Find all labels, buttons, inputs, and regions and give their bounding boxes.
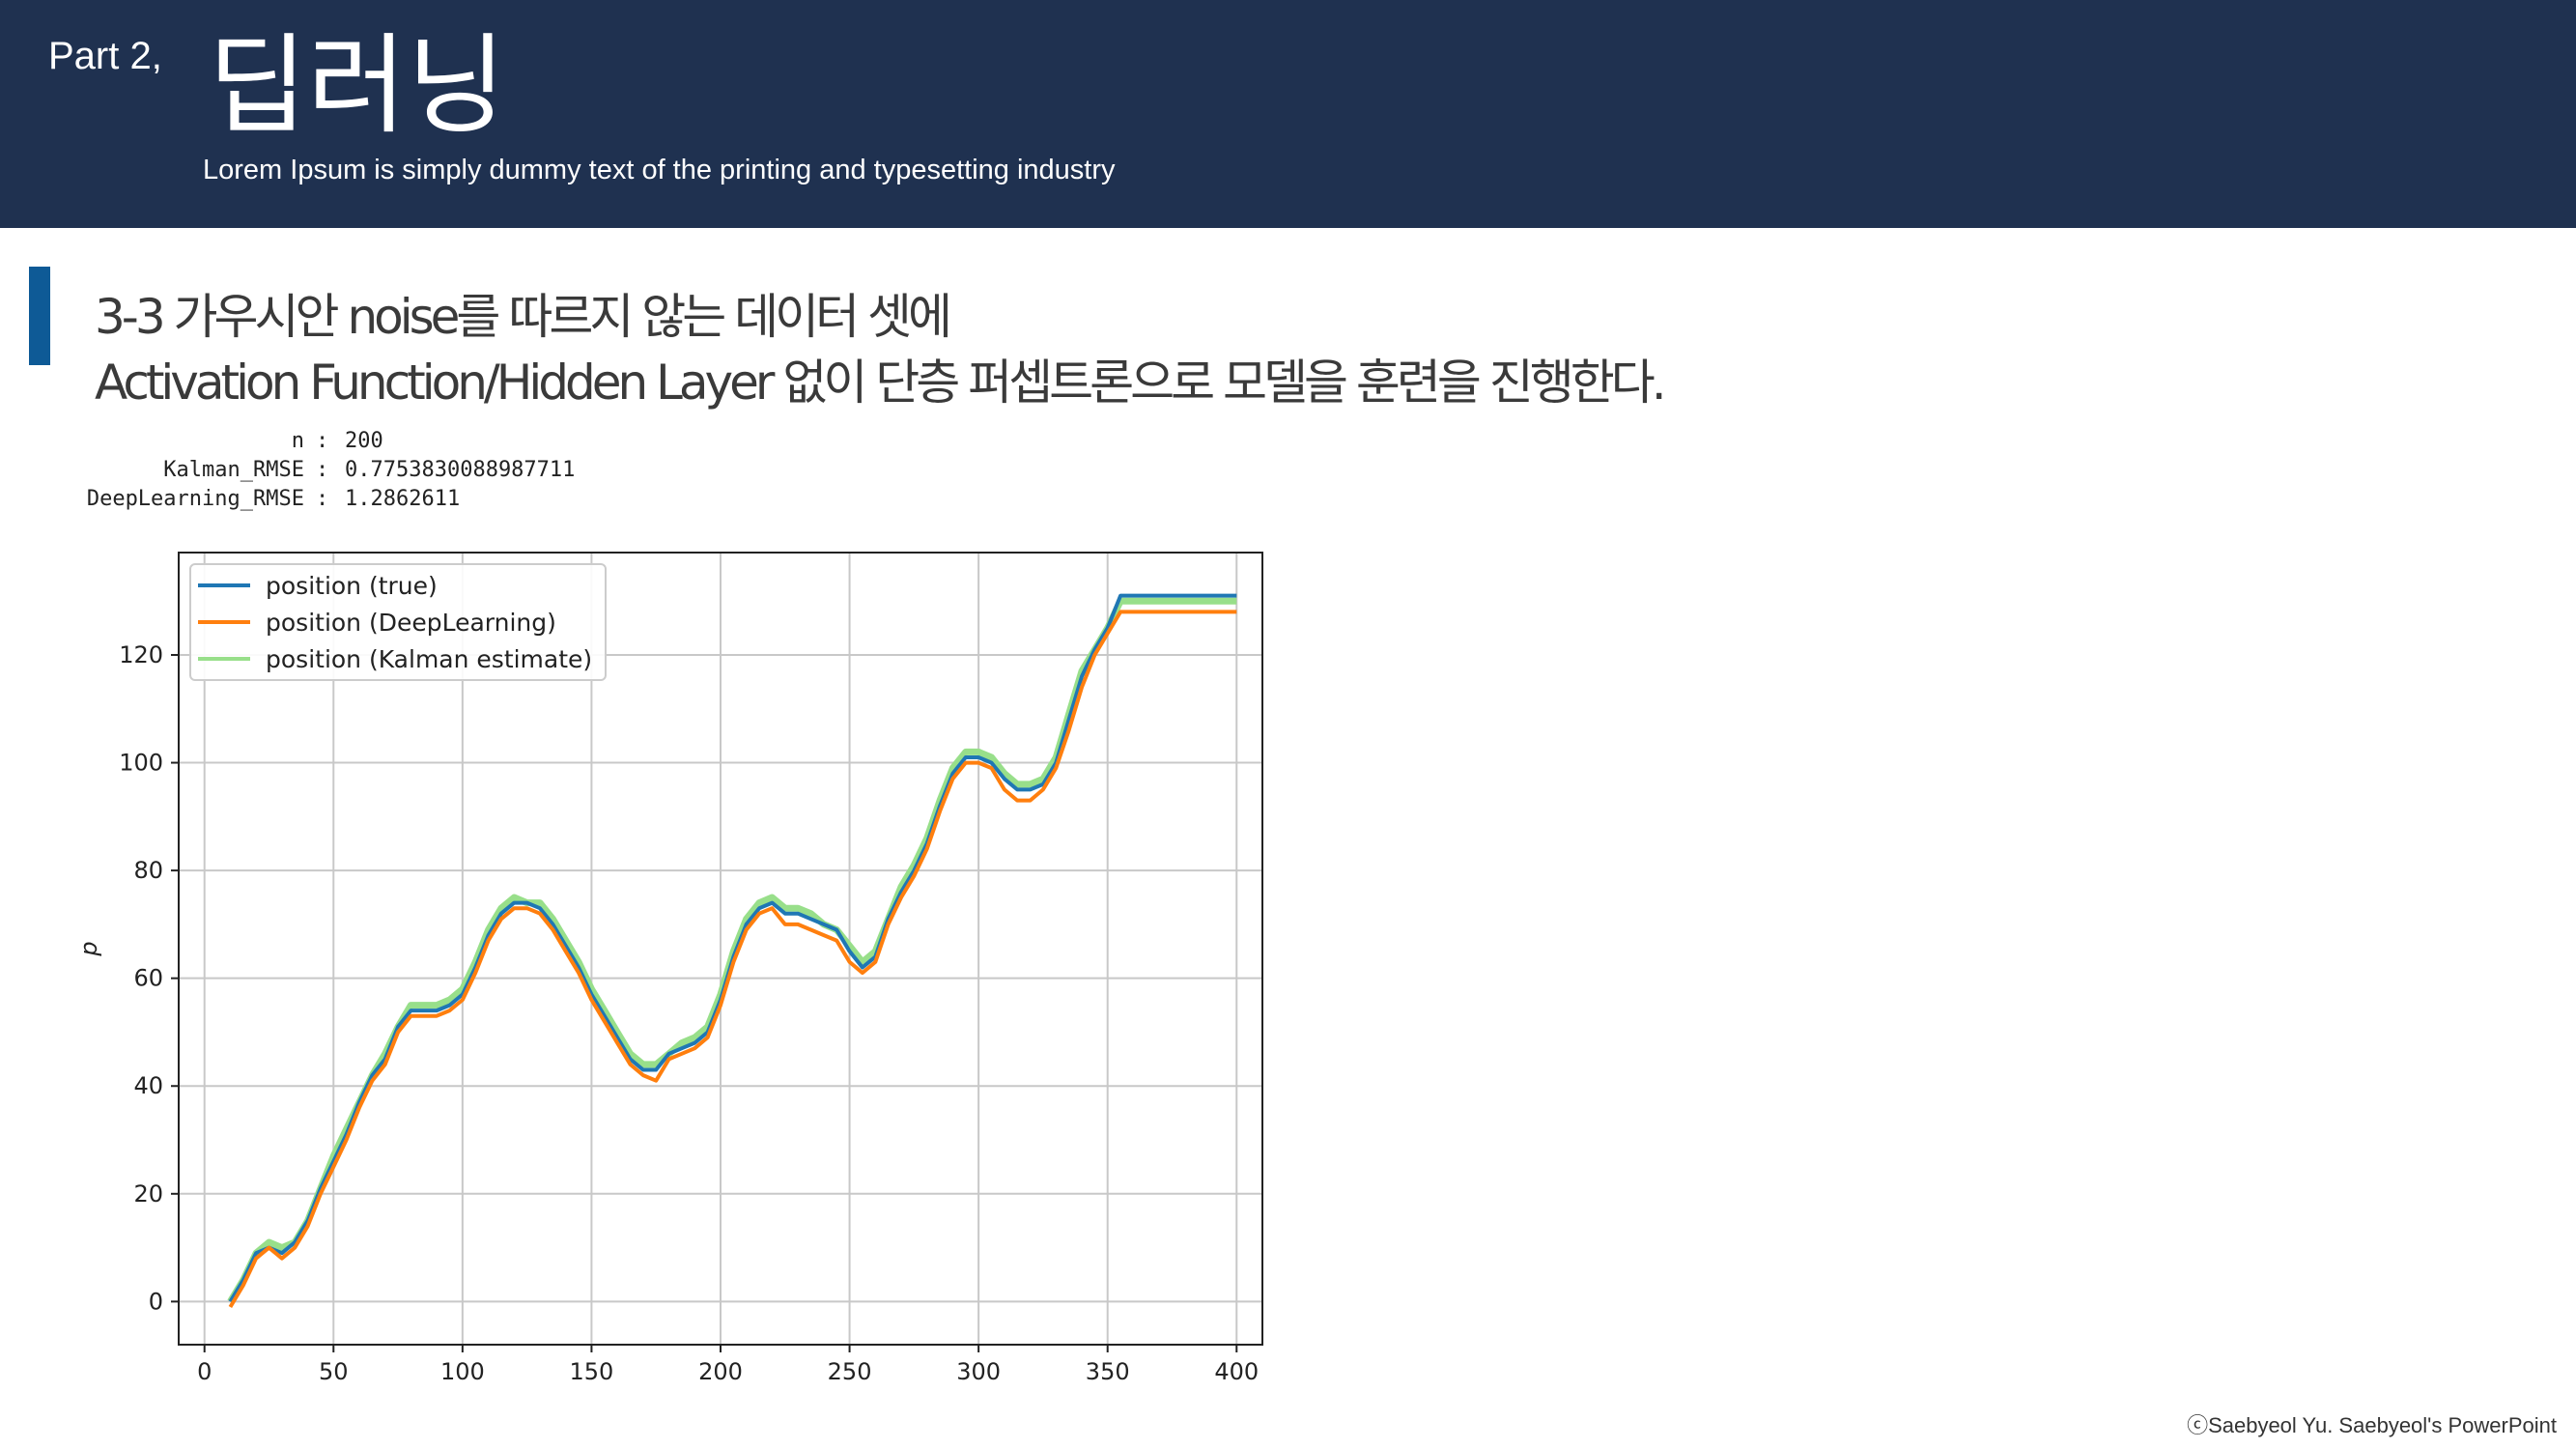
x-tick-label: 50 bbox=[319, 1358, 349, 1385]
x-tick-label: 150 bbox=[570, 1358, 614, 1385]
y-tick-label: 0 bbox=[149, 1288, 163, 1315]
x-tick-label: 250 bbox=[828, 1358, 872, 1385]
legend-label: position (Kalman estimate) bbox=[266, 645, 592, 673]
position-line-chart: 0 50 100 150 200 250 300 350 400 0 20 40 60 80 100 120 p… bbox=[75, 552, 1263, 1385]
y-tick-label: 120 bbox=[119, 641, 163, 668]
y-tick-label: 80 bbox=[133, 857, 163, 884]
x-tick-label: 300 bbox=[956, 1358, 1001, 1385]
x-tick-label: 400 bbox=[1214, 1358, 1259, 1385]
x-tick-label: 100 bbox=[440, 1358, 485, 1385]
y-tick-label: 60 bbox=[133, 965, 163, 992]
footer-copyright: ⓒSaebyeol Yu. Saebyeol's PowerPoint bbox=[2187, 1413, 2557, 1437]
legend-label: position (DeepLearning) bbox=[266, 609, 556, 637]
x-tick-label: 200 bbox=[698, 1358, 743, 1385]
y-tick-label: 20 bbox=[133, 1180, 163, 1208]
legend-label: position (true) bbox=[266, 572, 438, 600]
y-tick-label: 100 bbox=[119, 750, 163, 777]
y-axis-label: p bbox=[75, 941, 102, 956]
x-tick-label: 0 bbox=[197, 1358, 212, 1385]
x-tick-label: 350 bbox=[1086, 1358, 1130, 1385]
y-tick-label: 40 bbox=[133, 1072, 163, 1099]
